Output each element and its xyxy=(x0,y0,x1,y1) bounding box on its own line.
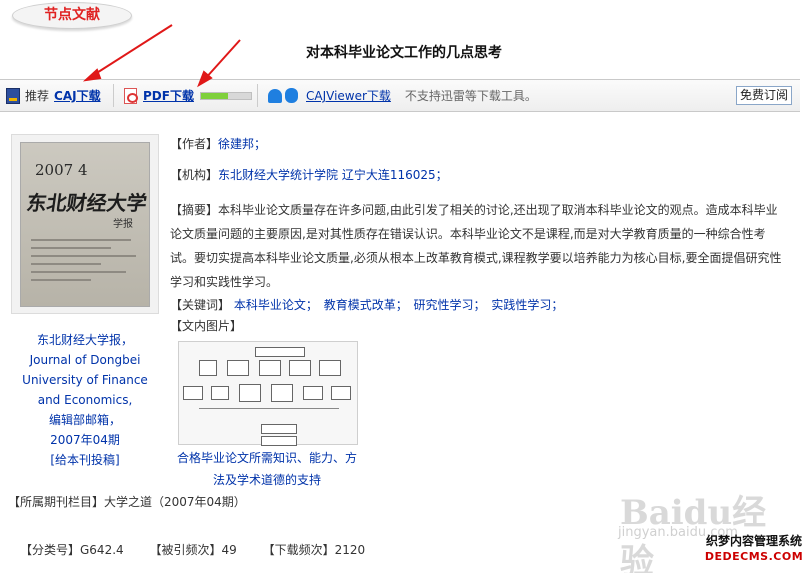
annotation-arrows xyxy=(82,24,241,88)
arrow-to-caj xyxy=(91,24,173,77)
arrow-to-pdf xyxy=(203,39,241,81)
arrow-to-caj-head xyxy=(82,68,102,82)
